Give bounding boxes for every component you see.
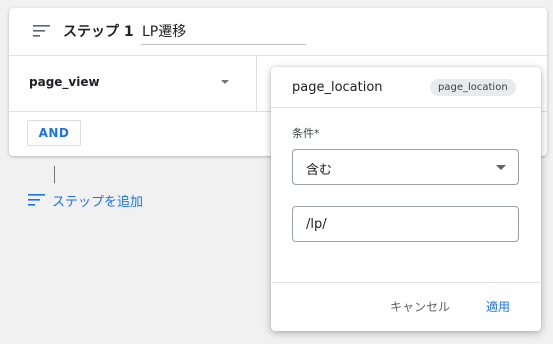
and-button[interactable]: AND <box>27 120 81 146</box>
caret-down-icon <box>221 80 229 84</box>
step-connector <box>54 166 55 183</box>
condition-select[interactable]: 含む <box>292 149 519 185</box>
apply-button[interactable]: 適用 <box>486 295 510 317</box>
cancel-button[interactable]: キャンセル <box>390 295 450 317</box>
filter-list-add-icon <box>28 194 45 206</box>
step-name-input[interactable] <box>141 18 306 45</box>
add-step-button[interactable]: ステップを追加 <box>28 190 143 210</box>
condition-value: 含む <box>306 163 333 178</box>
popover-title: page_location <box>292 80 383 95</box>
step-title: ステップ 1 <box>63 24 134 40</box>
dropdown-arrow-icon <box>496 165 506 170</box>
condition-label: 条件* <box>292 127 320 140</box>
value-input[interactable] <box>292 206 519 242</box>
add-step-label: ステップを追加 <box>52 194 144 210</box>
popover-footer: キャンセル 適用 <box>271 282 541 331</box>
popover-header: page_location page_location <box>271 67 541 108</box>
filter-popover: page_location page_location 条件* 含む キャンセル… <box>271 67 541 331</box>
sort-menu-icon[interactable] <box>33 24 51 38</box>
step-header: ステップ 1 <box>9 8 547 56</box>
event-name: page_view <box>29 75 100 89</box>
event-select[interactable]: page_view <box>9 56 257 111</box>
parameter-chip: page_location <box>430 79 516 96</box>
